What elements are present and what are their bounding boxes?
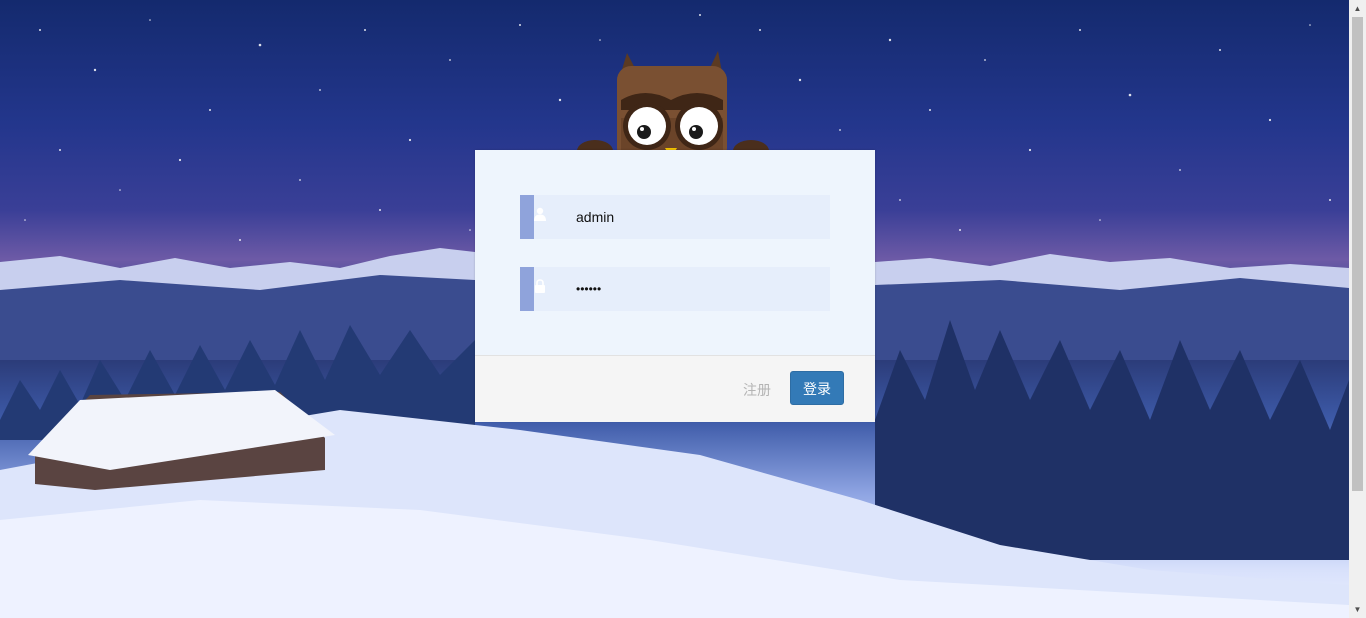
- username-field-accent: [520, 195, 534, 239]
- username-input[interactable]: [576, 195, 816, 239]
- register-link[interactable]: 注册: [743, 380, 771, 400]
- password-field-accent: [520, 267, 534, 311]
- login-panel: •••••• 注册 登录: [475, 150, 875, 422]
- owl-mascot: [577, 51, 769, 162]
- owl-left-pupil: [637, 125, 651, 139]
- password-field[interactable]: ••••••: [520, 267, 830, 311]
- lock-icon: [535, 279, 545, 293]
- username-field[interactable]: [520, 195, 830, 239]
- scrollbar-thumb[interactable]: [1352, 17, 1363, 491]
- vertical-scrollbar[interactable]: ▲ ▼: [1349, 0, 1366, 618]
- password-input[interactable]: ••••••: [576, 267, 816, 311]
- owl-right-pupil: [689, 125, 703, 139]
- login-footer: 注册 登录: [475, 355, 875, 422]
- login-button[interactable]: 登录: [790, 371, 844, 405]
- scroll-down-arrow-icon[interactable]: ▼: [1349, 601, 1366, 618]
- user-icon: [534, 207, 546, 221]
- scroll-up-arrow-icon[interactable]: ▲: [1349, 0, 1366, 17]
